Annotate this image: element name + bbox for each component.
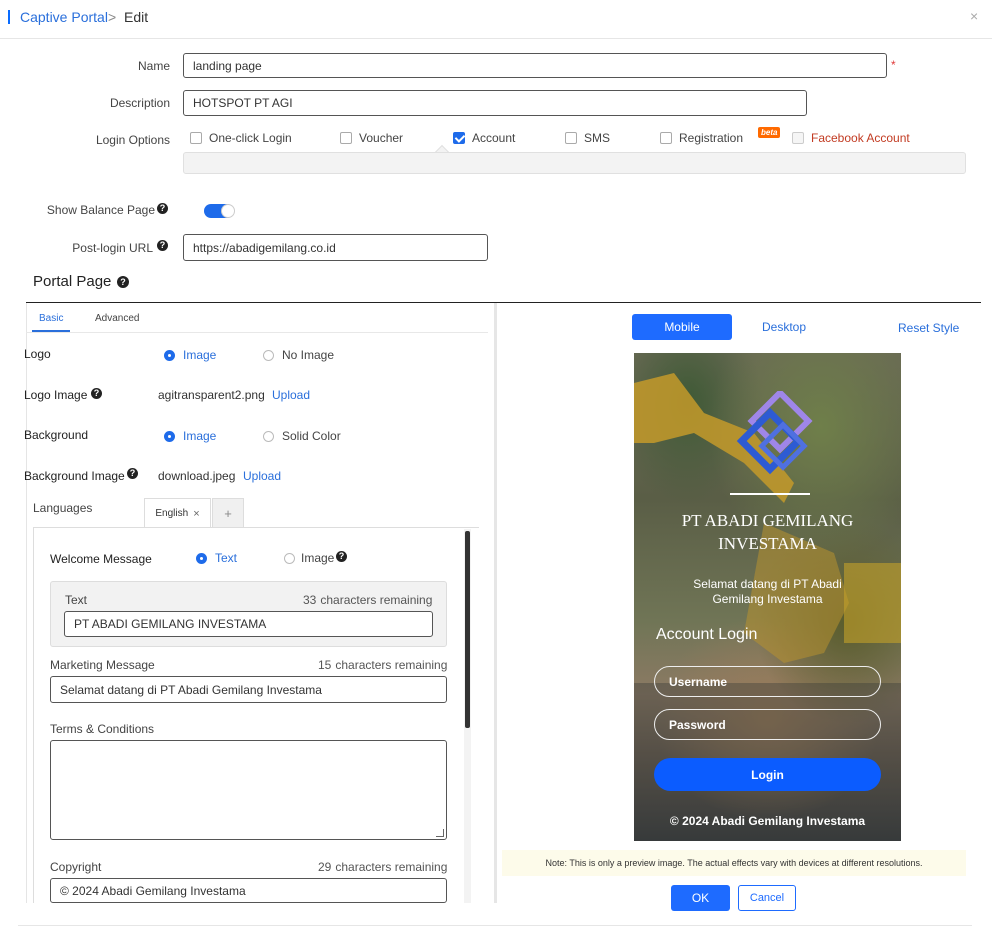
footer-divider <box>18 925 972 926</box>
login-option-registration[interactable]: Registration <box>660 131 743 145</box>
checkbox-checked[interactable] <box>453 132 465 144</box>
breadcrumb-current: Edit <box>124 9 149 25</box>
ok-button[interactable]: OK <box>671 885 730 911</box>
radio-selected[interactable] <box>164 349 175 361</box>
welcome-option-image[interactable]: Image <box>284 551 334 565</box>
logo-option-image[interactable]: Image <box>164 348 216 362</box>
close-icon[interactable]: × <box>193 508 199 520</box>
description-label: Description <box>109 96 170 110</box>
name-input[interactable]: landing page <box>183 53 887 78</box>
desktop-view-link[interactable]: Desktop <box>762 320 806 334</box>
name-label: Name <box>137 59 170 73</box>
logo-upload-link[interactable]: Upload <box>272 388 310 402</box>
tab-basic[interactable]: Basic <box>39 313 63 324</box>
help-icon[interactable]: ? <box>127 468 138 479</box>
mobile-view-button[interactable]: Mobile <box>632 314 732 340</box>
help-icon[interactable]: ? <box>336 551 347 562</box>
login-option-voucher[interactable]: Voucher <box>340 131 403 145</box>
bg-option-solid[interactable]: Solid Color <box>263 429 341 443</box>
background-label: Background <box>24 428 89 442</box>
welcome-text-input[interactable]: PT ABADI GEMILANG INVESTAMA <box>64 611 433 637</box>
login-options-label: Login Options <box>95 133 170 147</box>
radio-selected[interactable] <box>164 430 175 442</box>
radio[interactable] <box>263 349 274 361</box>
close-icon[interactable]: × <box>970 8 978 24</box>
mobile-preview: PT ABADI GEMILANG INVESTAMA Selamat data… <box>634 353 901 841</box>
company-name: PT ABADI GEMILANG INVESTAMA <box>681 511 854 553</box>
text-remaining: 33 characters remaining <box>303 593 433 607</box>
language-box-border <box>33 527 34 903</box>
account-login-title: Account Login <box>656 626 758 643</box>
help-icon[interactable]: ? <box>157 240 168 251</box>
radio[interactable] <box>263 430 274 442</box>
post-login-label: Post-login URL <box>72 241 153 255</box>
header-divider <box>0 38 992 39</box>
help-icon[interactable]: ? <box>117 276 129 288</box>
header-accent-bar <box>8 10 10 24</box>
terms-textarea[interactable] <box>50 740 447 840</box>
breadcrumb-separator: > <box>108 9 117 25</box>
reset-style-link[interactable]: Reset Style <box>898 321 959 335</box>
resize-handle[interactable] <box>436 829 444 837</box>
marketing-input[interactable]: Selamat datang di PT Abadi Gemilang Inve… <box>50 676 447 703</box>
logo-label: Logo <box>24 347 51 361</box>
marketing-label: Marketing Message <box>50 658 155 672</box>
tab-divider <box>26 332 488 333</box>
preview-note: Note: This is only a preview image. The … <box>502 850 966 876</box>
logo-image-label: Logo Image <box>24 388 88 402</box>
login-option-account[interactable]: Account <box>453 131 515 145</box>
welcome-text: Selamat datang di PT Abadi Gemilang Inve… <box>693 577 842 606</box>
required-mark: * <box>891 58 896 72</box>
welcome-option-text[interactable]: Text <box>196 551 237 565</box>
radio[interactable] <box>284 552 295 564</box>
toggle-knob <box>221 204 235 218</box>
description-input[interactable]: HOTSPOT PT AGI <box>183 90 807 116</box>
bg-option-image[interactable]: Image <box>164 429 216 443</box>
copyright-remaining: 29 characters remaining <box>318 860 448 874</box>
text-label: Text <box>65 593 88 607</box>
language-tabs-divider <box>33 527 479 528</box>
logo-file-name: agitransparent2.png <box>158 388 265 402</box>
language-tab-english[interactable]: English × <box>144 498 211 528</box>
login-option-facebook[interactable]: Facebook Account <box>792 131 910 145</box>
logo-option-none[interactable]: No Image <box>263 348 334 362</box>
pane-divider <box>494 303 497 903</box>
post-login-url-input[interactable]: https://abadigemilang.co.id <box>183 234 488 261</box>
checkbox[interactable] <box>565 132 577 144</box>
username-field: Username <box>654 666 881 697</box>
portal-page-title: Portal Page <box>33 273 112 290</box>
login-option-one-click[interactable]: One-click Login <box>190 131 292 145</box>
terms-label: Terms & Conditions <box>50 722 155 736</box>
tab-advanced[interactable]: Advanced <box>95 313 139 324</box>
radio-selected[interactable] <box>196 552 207 564</box>
copyright-input[interactable]: © 2024 Abadi Gemilang Investama <box>50 878 447 903</box>
show-balance-toggle[interactable] <box>204 204 235 218</box>
marketing-remaining: 15 characters remaining <box>318 658 448 672</box>
company-logo <box>736 391 813 475</box>
checkbox-disabled <box>792 132 804 144</box>
preview-copyright: © 2024 Abadi Gemilang Investama <box>669 814 866 828</box>
bg-upload-link[interactable]: Upload <box>243 469 281 483</box>
checkbox[interactable] <box>340 132 352 144</box>
login-option-sms[interactable]: SMS <box>565 131 610 145</box>
logo-underline <box>730 493 810 495</box>
bg-file-name: download.jpeg <box>158 469 236 483</box>
beta-badge: beta <box>758 127 781 138</box>
password-field: Password <box>654 709 881 740</box>
welcome-message-label: Welcome Message <box>50 552 152 566</box>
add-language-button[interactable]: + <box>212 498 244 528</box>
help-icon[interactable]: ? <box>157 203 168 214</box>
cancel-button[interactable]: Cancel <box>738 885 796 911</box>
help-icon[interactable]: ? <box>91 388 102 399</box>
copyright-label: Copyright <box>50 860 102 874</box>
option-detail-box <box>183 152 966 174</box>
scrollbar-thumb[interactable] <box>465 531 470 728</box>
background-image-label: Background Image <box>24 469 125 483</box>
show-balance-label: Show Balance Page <box>46 203 155 217</box>
checkbox[interactable] <box>660 132 672 144</box>
preview-login-button: Login <box>654 758 881 791</box>
breadcrumb-captive-portal[interactable]: Captive Portal <box>20 9 108 25</box>
checkbox[interactable] <box>190 132 202 144</box>
languages-label: Languages <box>33 501 93 515</box>
